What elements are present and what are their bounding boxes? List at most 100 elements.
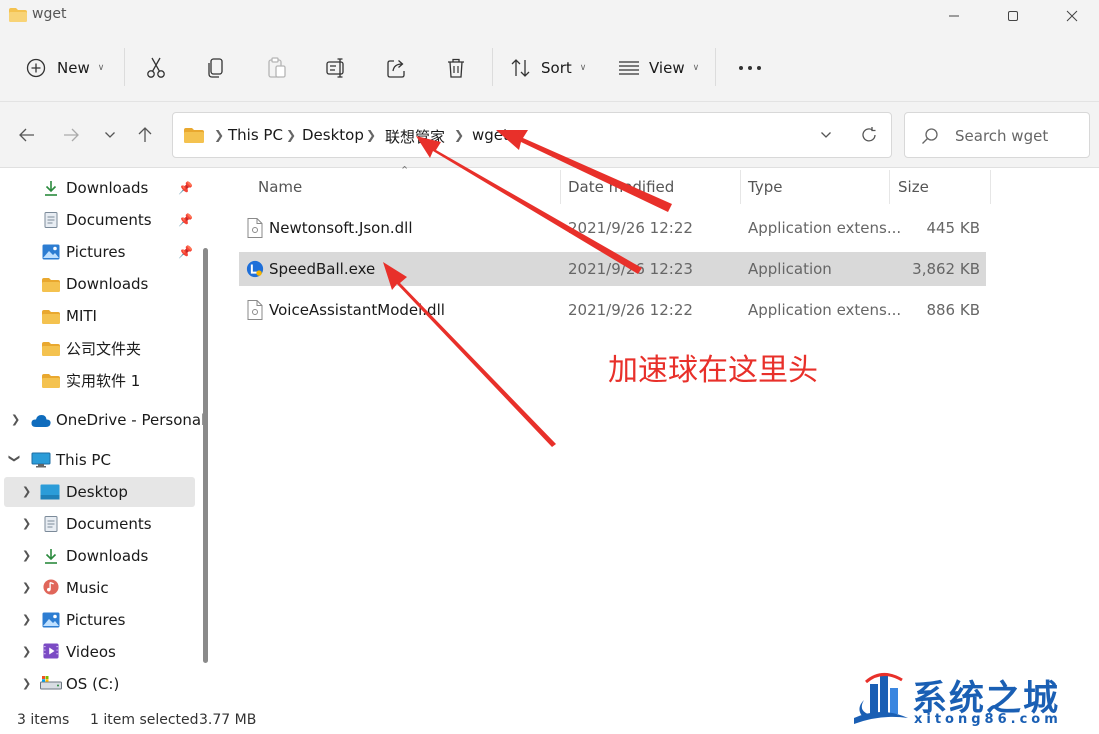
breadcrumb-wget[interactable]: wget — [472, 126, 509, 144]
pictures-icon — [42, 612, 60, 628]
sidebar-item-label: Videos — [66, 643, 116, 661]
column-header-type[interactable]: Type — [748, 178, 782, 196]
up-button[interactable] — [130, 120, 160, 150]
chevron-right-icon[interactable]: ❯ — [22, 613, 31, 626]
rename-button[interactable] — [326, 52, 348, 84]
paste-button[interactable] — [266, 52, 288, 84]
breadcrumb-chevron-icon: ❯ — [286, 128, 297, 142]
column-divider[interactable] — [560, 170, 561, 204]
sidebar-item-this-pc[interactable]: ❯ This PC — [0, 445, 196, 475]
chevron-down-icon: ∨ — [97, 63, 105, 73]
pin-icon: 📌 — [178, 181, 193, 195]
view-button[interactable]: View ∨ — [618, 52, 699, 84]
chevron-right-icon[interactable]: ❯ — [11, 413, 20, 426]
sidebar-item-downloads-folder[interactable]: Downloads — [0, 269, 196, 299]
copy-button[interactable] — [206, 52, 226, 84]
navigation-pane: Downloads 📌 Documents 📌 Pictures 📌 Downl… — [0, 168, 216, 708]
sort-icon — [511, 59, 530, 77]
search-input[interactable]: Search wget — [955, 127, 1048, 145]
breadcrumb-desktop[interactable]: Desktop — [302, 126, 364, 144]
maximize-button[interactable] — [984, 0, 1042, 32]
sidebar-item-label: Documents — [66, 515, 152, 533]
breadcrumb-this-pc[interactable]: This PC — [228, 126, 283, 144]
new-button[interactable]: New ∨ — [26, 52, 104, 84]
delete-button[interactable] — [446, 52, 466, 84]
sidebar-item-documents[interactable]: ❯ Documents — [0, 509, 196, 539]
chevron-right-icon[interactable]: ❯ — [22, 677, 31, 690]
more-options-button[interactable] — [738, 52, 762, 84]
column-divider[interactable] — [990, 170, 991, 204]
back-button[interactable] — [12, 120, 42, 150]
pin-icon: 📌 — [178, 245, 193, 259]
forward-button[interactable] — [56, 120, 86, 150]
file-type: Application — [748, 260, 832, 278]
sort-button[interactable]: Sort ∨ — [510, 52, 586, 84]
close-button[interactable] — [1043, 0, 1099, 32]
folder-icon — [42, 374, 60, 388]
videos-icon — [43, 643, 59, 659]
share-icon — [387, 60, 405, 78]
sidebar-item-miti[interactable]: MITI — [0, 301, 196, 331]
plus-circle-icon — [26, 58, 46, 78]
minimize-icon — [949, 15, 959, 17]
minimize-button[interactable] — [925, 0, 983, 32]
drive-icon — [40, 676, 62, 690]
sidebar-item-label: Music — [66, 579, 109, 597]
folder-icon — [42, 278, 60, 292]
column-header-date-modified[interactable]: Date modified — [568, 178, 674, 196]
folder-icon — [42, 310, 60, 324]
sidebar-item-onedrive[interactable]: ❯ OneDrive - Personal — [0, 405, 205, 435]
sidebar-item-pictures[interactable]: ❯ Pictures — [0, 605, 196, 635]
watermark-logo: 系统之城 xitong86.com — [852, 668, 1092, 730]
computer-icon — [31, 452, 51, 468]
sidebar-item-company-files[interactable]: 公司文件夹 — [0, 333, 196, 363]
column-header-name[interactable]: Name — [258, 178, 302, 196]
sidebar-item-label: Pictures — [66, 611, 126, 629]
speedball-app-icon — [246, 260, 264, 278]
window-title: wget — [32, 6, 67, 22]
file-row[interactable]: Newtonsoft.Json.dll 2021/9/26 12:22 Appl… — [239, 211, 986, 245]
sidebar-item-downloads[interactable]: ❯ Downloads — [0, 541, 196, 571]
download-icon — [45, 181, 57, 196]
refresh-icon[interactable] — [860, 126, 878, 144]
chevron-right-icon[interactable]: ❯ — [22, 645, 31, 658]
arrow-left-icon — [19, 128, 34, 142]
sidebar-item-desktop[interactable]: ❯ Desktop — [4, 477, 195, 507]
sidebar-item-documents-pinned[interactable]: Documents 📌 — [0, 205, 196, 235]
address-bar[interactable]: ❯ This PC ❯ Desktop ❯ 联想管家 ❯ wget — [172, 112, 892, 158]
column-header-size[interactable]: Size — [898, 178, 929, 196]
file-date: 2021/9/26 12:22 — [568, 219, 693, 237]
sidebar-item-label: Downloads — [66, 275, 149, 293]
sidebar-item-os-drive[interactable]: ❯ OS (C:) — [0, 669, 196, 699]
trash-icon — [448, 58, 464, 78]
breadcrumb-lenovo-manager[interactable]: 联想管家 — [385, 126, 445, 147]
sidebar-item-videos[interactable]: ❯ Videos — [0, 637, 196, 667]
maximize-icon — [1008, 11, 1018, 21]
folder-icon — [9, 8, 27, 22]
sidebar-scrollbar[interactable] — [203, 248, 208, 663]
sidebar-item-utility-software[interactable]: 实用软件 1 — [0, 365, 196, 395]
chevron-down-icon[interactable]: ❯ — [8, 454, 21, 463]
chevron-right-icon[interactable]: ❯ — [22, 485, 31, 498]
chevron-right-icon[interactable]: ❯ — [22, 517, 31, 530]
share-button[interactable] — [386, 52, 408, 84]
cut-button[interactable] — [146, 52, 166, 84]
sidebar-item-music[interactable]: ❯ Music — [0, 573, 196, 603]
recent-locations-button[interactable] — [95, 120, 125, 150]
chevron-right-icon[interactable]: ❯ — [22, 549, 31, 562]
file-row[interactable]: VoiceAssistantModel.dll 2021/9/26 12:22 … — [239, 293, 986, 327]
file-row-selected[interactable]: SpeedBall.exe 2021/9/26 12:23 Applicatio… — [239, 252, 986, 286]
arrow-right-icon — [64, 128, 79, 142]
chevron-right-icon[interactable]: ❯ — [22, 581, 31, 594]
chevron-down-icon[interactable] — [820, 131, 832, 139]
search-box[interactable]: Search wget — [904, 112, 1090, 158]
sidebar-item-label: Downloads — [66, 547, 149, 565]
view-label: View — [649, 59, 685, 77]
sidebar-item-downloads-pinned[interactable]: Downloads 📌 — [0, 173, 196, 203]
column-divider[interactable] — [889, 170, 890, 204]
sidebar-item-pictures-pinned[interactable]: Pictures 📌 — [0, 237, 196, 267]
column-divider[interactable] — [740, 170, 741, 204]
dll-file-icon — [247, 300, 263, 320]
title-bar: wget — [0, 0, 1099, 32]
rename-icon — [326, 58, 344, 78]
